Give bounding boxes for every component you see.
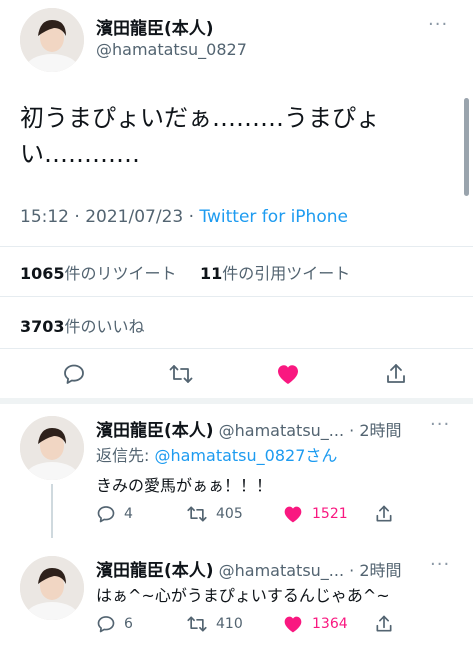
tweet-text-line-1: 初うまぴょいだぁ………うまぴょ (20, 104, 380, 132)
like-label: 件のいいね (64, 317, 145, 336)
reply-to: 返信先: @hamatatsu_0827さん (96, 442, 337, 466)
heart-filled-icon (284, 506, 302, 523)
more-options-icon[interactable]: ··· (428, 14, 448, 35)
reply-button[interactable]: 6 (96, 614, 186, 634)
retweet-count: 410 (216, 616, 243, 632)
like-button[interactable] (272, 360, 304, 388)
retweet-label: 件のリツイート (64, 264, 177, 283)
reply-count: 6 (124, 616, 133, 632)
heart-filled-icon (284, 616, 302, 633)
like-button[interactable]: 1521 (282, 504, 374, 524)
reply-actions: 4 405 1521 (96, 504, 416, 524)
like-count: 1364 (312, 616, 348, 632)
share-icon (376, 505, 392, 522)
reply-time[interactable]: · 2時間 (349, 561, 401, 580)
author-handle[interactable]: @hamatatsu_... (219, 561, 344, 580)
meta-separator: · (188, 207, 195, 227)
tweet-text-line-2: い………… (20, 140, 140, 168)
reply-header: 濱田龍臣(本人) @hamatatsu_... · 2時間 (96, 416, 402, 441)
tweet-meta: 15:12 · 2021/07/23 · Twitter for iPhone (20, 207, 348, 227)
thread-line (51, 484, 53, 538)
avatar-portrait (20, 556, 84, 620)
reply-icon (97, 616, 115, 633)
share-button[interactable] (374, 504, 394, 524)
share-button[interactable] (374, 614, 394, 634)
more-options-icon[interactable]: ··· (430, 414, 450, 435)
reply-time[interactable]: · 2時間 (349, 421, 401, 440)
divider (0, 348, 473, 349)
author-name[interactable]: 濱田龍臣(本人) (96, 561, 214, 581)
share-icon (376, 615, 392, 632)
quote-label: 件の引用ツイート (222, 264, 351, 283)
share-icon (387, 364, 405, 383)
tweet-time[interactable]: 15:12 (20, 207, 69, 227)
retweet-icon (187, 506, 207, 522)
avatar[interactable] (20, 556, 84, 620)
reply-text: はぁ^~心がうまぴょいするんじゃあ^~ (96, 586, 390, 605)
more-options-icon[interactable]: ··· (430, 554, 450, 575)
reply-count: 4 (124, 506, 133, 522)
like-count: 3703 (20, 317, 65, 336)
reply-icon (97, 506, 115, 523)
retweet-button[interactable]: 405 (186, 504, 282, 524)
meta-separator: · (74, 207, 80, 227)
tweet-text: 初うまぴょいだぁ………うまぴょ い………… (20, 100, 450, 172)
reply-text: きみの愛馬がぁぁ！！！ (96, 476, 273, 495)
reply-to-prefix: 返信先: (96, 446, 155, 465)
reply-header: 濱田龍臣(本人) @hamatatsu_... · 2時間 (96, 556, 402, 581)
like-count: 1521 (312, 506, 348, 522)
author-handle[interactable]: @hamatatsu_... (219, 421, 344, 440)
reply-icon (64, 364, 84, 384)
tweet-source-link[interactable]: Twitter for iPhone (199, 207, 348, 227)
divider (0, 246, 473, 247)
author-handle[interactable]: @hamatatsu_0827 (96, 40, 247, 59)
tweet-date[interactable]: 2021/07/23 (85, 207, 183, 227)
retweet-icon (169, 365, 193, 383)
retweet-stats[interactable]: 1065件のリツイート (20, 260, 177, 284)
like-stats[interactable]: 3703件のいいね (20, 313, 145, 337)
avatar-portrait (20, 416, 84, 480)
avatar-portrait (20, 8, 84, 72)
scrollbar[interactable] (464, 98, 469, 196)
divider (0, 296, 473, 297)
reply-to-handle[interactable]: @hamatatsu_0827さん (154, 446, 337, 465)
author-name[interactable]: 濱田龍臣(本人) (96, 421, 214, 441)
retweet-icon (187, 616, 207, 632)
reply-actions: 6 410 1364 (96, 614, 416, 634)
retweet-button[interactable] (165, 360, 197, 388)
retweet-button[interactable]: 410 (186, 614, 282, 634)
avatar[interactable] (20, 416, 84, 480)
retweet-count: 1065 (20, 264, 65, 283)
retweet-count: 405 (216, 506, 243, 522)
like-button[interactable]: 1364 (282, 614, 374, 634)
heart-filled-icon (278, 365, 298, 384)
share-button[interactable] (380, 360, 412, 388)
quote-stats[interactable]: 11件の引用ツイート (200, 260, 350, 284)
divider (0, 398, 473, 404)
reply-button[interactable] (58, 360, 90, 388)
quote-count: 11 (200, 264, 223, 283)
avatar[interactable] (20, 8, 84, 72)
reply-button[interactable]: 4 (96, 504, 186, 524)
author-name[interactable]: 濱田龍臣(本人) (96, 14, 214, 39)
